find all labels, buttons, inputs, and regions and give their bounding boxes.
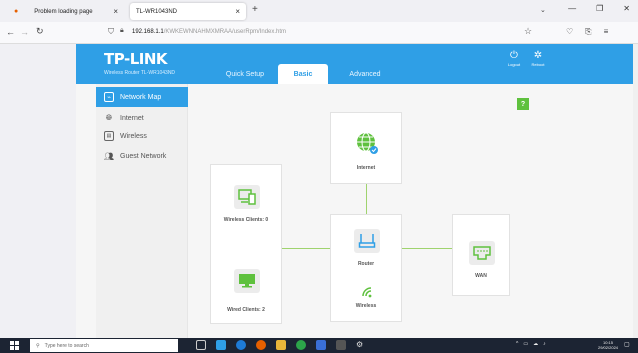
forward-arrow-icon[interactable]: → [20, 27, 29, 37]
url-bar[interactable]: ⛉ 🔒︎ 192.168.1.1/KWKEWNNAHMXMRAA/userRpm… [104, 25, 540, 41]
internet-node[interactable]: Internet [330, 112, 402, 184]
wifi-icon[interactable] [361, 285, 375, 298]
store-icon[interactable] [336, 340, 346, 350]
toolbar-right: ♡ ⎘ ≡ [566, 27, 608, 37]
chevron-up-icon[interactable]: ^ [516, 341, 518, 347]
menu-icon[interactable]: ≡ [604, 27, 609, 37]
router-header: TP-LINK Wireless Router TL-WR1043ND Quic… [76, 44, 633, 84]
sidebar-item-wireless[interactable]: ▤ Wireless [96, 126, 188, 146]
window-controls: — ❐ ✕ [568, 4, 630, 13]
system-tray: ^ ▭ ☁ ♪ [516, 341, 546, 347]
mail-icon[interactable] [216, 340, 226, 350]
tab-advanced[interactable]: Advanced [330, 64, 400, 84]
tab-quick-setup[interactable]: Quick Setup [214, 64, 276, 84]
sidebar: ⌁ Network Map 🌐︎ Internet ▤ Wireless 👥︎ … [96, 84, 188, 338]
power-icon: ⏻ [510, 50, 518, 61]
edge-icon[interactable] [236, 340, 246, 350]
speaker-icon[interactable]: ♪ [543, 341, 546, 347]
star-icon[interactable]: ☆ [524, 26, 532, 37]
help-button[interactable]: ? [517, 98, 529, 110]
network-map-icon: ⌁ [104, 92, 114, 102]
link-router-wan [402, 248, 452, 249]
tab-basic[interactable]: Basic [278, 64, 328, 84]
tab-label: TL-WR1043ND [136, 8, 178, 15]
ethernet-port-icon [469, 241, 495, 265]
reboot-button[interactable]: ✲ Reboot [526, 50, 550, 67]
tab-router[interactable]: TL-WR1043ND × [130, 3, 246, 20]
wireless-label[interactable]: Wireless [331, 303, 401, 309]
notification-icon[interactable]: ▢ [624, 341, 630, 348]
search-icon: ⚲ [36, 342, 40, 349]
guest-icon: 👥︎ [103, 151, 115, 161]
router-label: Router [357, 261, 375, 267]
lock-icon[interactable]: 🔒︎ [120, 27, 124, 35]
model-name: Wireless Router TL-WR1043ND [104, 70, 176, 76]
vertical-scrollbar[interactable] [633, 44, 638, 338]
minimize-icon[interactable]: — [568, 4, 576, 13]
chevron-down-icon[interactable]: ⌄ [540, 6, 546, 14]
shield-icon[interactable]: ⛉ [108, 27, 114, 37]
pocket-icon[interactable]: ♡ [566, 27, 573, 37]
wan-node[interactable]: WAN [452, 214, 510, 296]
tab-problem-loading[interactable]: ● Problem loading page × [8, 3, 124, 20]
sidebar-item-internet[interactable]: 🌐︎ Internet [96, 108, 188, 128]
firefox-icon: ● [14, 8, 19, 15]
back-arrow-icon[interactable]: ← [6, 27, 15, 37]
taskbar-search[interactable]: ⚲ Type here to search [30, 339, 178, 352]
sidebar-item-guest-network[interactable]: 👥︎ Guest Network [96, 146, 188, 166]
clients-node: Wireless Clients: 0 Wired Clients: 2 [210, 164, 282, 324]
link-internet-router [366, 184, 367, 214]
cloud-icon[interactable]: ☁ [533, 341, 538, 347]
internet-label: Internet [356, 165, 376, 171]
main-content: ⌁ Network Map 🌐︎ Internet ▤ Wireless 👥︎ … [76, 84, 633, 338]
taskbar-apps: ⚙ [196, 340, 366, 350]
url-text[interactable]: 192.168.1.1/KWKEWNNAHMXMRAA/userRpm/Inde… [132, 29, 286, 35]
close-icon[interactable]: × [235, 7, 240, 16]
gear-icon: ✲ [533, 50, 543, 61]
router-icon [354, 229, 380, 253]
wireless-clients-label[interactable]: Wireless Clients: 0 [211, 217, 281, 223]
wired-clients-label[interactable]: Wired Clients: 2 [211, 307, 281, 313]
new-tab-button[interactable]: + [252, 4, 258, 15]
network-icon[interactable]: ▭ [523, 341, 528, 347]
settings-icon[interactable]: ⚙ [356, 340, 366, 350]
router-node[interactable]: Router Wireless [330, 214, 402, 322]
task-view-icon[interactable] [196, 340, 206, 350]
extensions-icon[interactable]: ⎘ [585, 27, 591, 37]
browser-tab-bar: ● Problem loading page × TL-WR1043ND × +… [0, 0, 638, 22]
clock[interactable]: 10:15 29/02/2024 [598, 340, 618, 350]
windows-start-icon[interactable] [10, 341, 19, 350]
sidebar-item-network-map[interactable]: ⌁ Network Map [96, 87, 188, 107]
brand-logo: TP-LINK [104, 50, 168, 68]
whatsapp-icon[interactable] [296, 340, 306, 350]
close-icon[interactable]: × [113, 7, 118, 16]
link-clients-router [282, 248, 330, 249]
navigation-bar: ← → ↻ ⛉ 🔒︎ 192.168.1.1/KWKEWNNAHMXMRAA/u… [0, 22, 638, 44]
wireless-icon: ▤ [104, 131, 114, 141]
devices-icon[interactable] [234, 185, 260, 209]
globe-icon [354, 131, 380, 155]
firefox-icon[interactable] [256, 340, 266, 350]
monitor-icon[interactable] [234, 269, 260, 293]
file-explorer-icon[interactable] [276, 340, 286, 350]
globe-icon: 🌐︎ [105, 113, 113, 122]
maximize-icon[interactable]: ❐ [596, 4, 603, 13]
logout-button[interactable]: ⏻ Logout [502, 50, 526, 67]
app-icon[interactable] [316, 340, 326, 350]
reload-icon[interactable]: ↻ [36, 26, 44, 37]
tab-label: Problem loading page [34, 8, 93, 15]
close-window-icon[interactable]: ✕ [623, 4, 630, 13]
wan-label: WAN [475, 273, 487, 279]
windows-taskbar: ⚲ Type here to search ⚙ ^ ▭ ☁ ♪ 10:15 29… [0, 338, 638, 353]
